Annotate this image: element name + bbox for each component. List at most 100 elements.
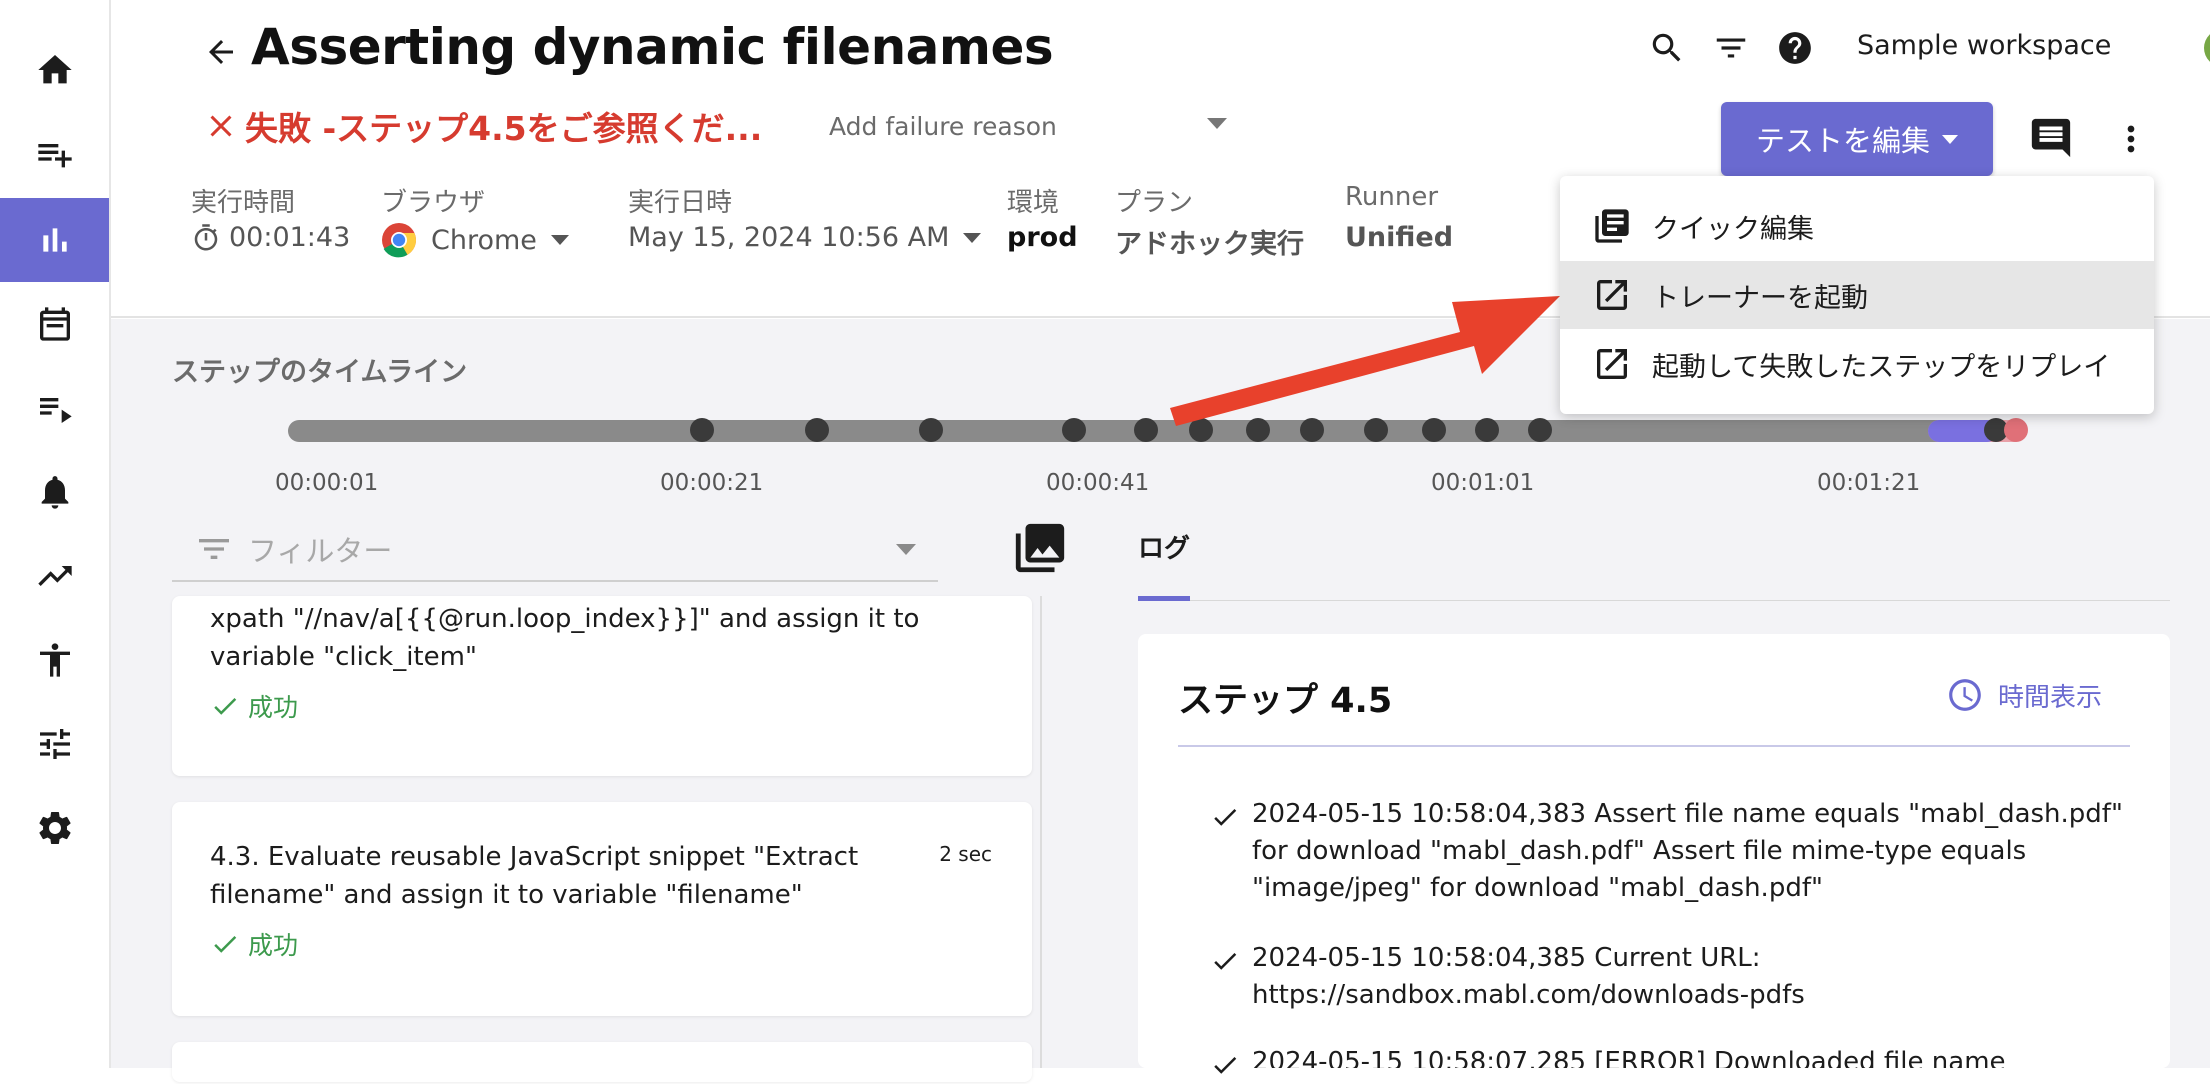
more-vert-icon (2127, 125, 2135, 153)
panel-divider[interactable] (1040, 596, 1042, 1068)
nav-create-test[interactable] (0, 112, 109, 196)
step-description: xpath "//nav/a[{{@run.loop_index}}]" and… (210, 604, 920, 672)
workspace-selector[interactable]: Sample workspace (1857, 30, 2111, 61)
photo-library-icon (1015, 523, 1065, 573)
chrome-icon (382, 223, 416, 258)
page-title: Asserting dynamic filenames (251, 18, 1054, 76)
step-filter[interactable]: フィルター (172, 518, 938, 582)
accessibility-icon (39, 643, 70, 677)
failure-reason-select[interactable]: Add failure reason (829, 112, 1057, 141)
more-options-button[interactable] (2111, 112, 2151, 166)
step-card[interactable]: xpath "//nav/a[{{@run.loop_index}}]" and… (172, 596, 1032, 776)
annotation-arrow (1170, 296, 1560, 426)
browser-label: ブラウザ (381, 188, 486, 218)
time-display-label: 時間表示 (1998, 682, 2103, 713)
log-entry: 2024-05-15 10:58:04,385 Current URL: htt… (1252, 943, 1805, 1010)
step-status: 成功 (210, 926, 298, 962)
tune-icon (39, 729, 70, 759)
tab-log-indicator (1138, 596, 1190, 601)
browser-text: Chrome (431, 224, 537, 256)
chevron-down-icon (1942, 134, 1958, 144)
failure-status-text: 失敗 -ステップ4.5をご参照くだ... (245, 109, 763, 148)
gear-icon (38, 812, 71, 844)
nav-home[interactable] (0, 28, 109, 112)
nav-results[interactable] (0, 198, 109, 282)
runner-label: Runner (1345, 182, 1439, 212)
help-icon (1779, 32, 1811, 64)
timeline-title: ステップのタイムライン (172, 357, 468, 388)
nav-configuration[interactable] (0, 702, 109, 786)
menu-item-launch-replay[interactable]: 起動して失敗したステップをリプレイ (1560, 330, 2154, 398)
avatar[interactable]: M (2204, 29, 2210, 67)
timeline-step-marker[interactable] (1062, 418, 1086, 442)
search-icon (1652, 33, 1681, 62)
close-icon (210, 115, 232, 137)
duration-label: 実行時間 (191, 188, 296, 218)
runner-value: Unified (1345, 222, 1454, 253)
help-button[interactable] (1771, 24, 1819, 72)
clock-icon (1949, 679, 1981, 711)
check-icon (214, 935, 237, 953)
timeline-failed-marker[interactable] (2004, 418, 2028, 442)
back-button[interactable] (197, 28, 245, 76)
playlist-add-icon (37, 144, 72, 168)
log-entry: 2024-05-15 10:58:04,383 Assert file name… (1252, 799, 2123, 903)
nav-runs[interactable] (0, 366, 109, 450)
home-icon (37, 55, 72, 84)
check-icon (214, 697, 237, 715)
duration-text: 00:01:43 (229, 222, 351, 253)
bell-icon (41, 476, 68, 509)
log-divider (1178, 745, 2130, 747)
menu-item-label: トレーナーを起動 (1652, 282, 1868, 314)
timeline-tick-label: 00:01:01 (1431, 470, 1535, 496)
plan-value[interactable]: アドホック実行 (1115, 222, 1304, 261)
plan-label: プラン (1115, 188, 1194, 218)
comment-icon (2031, 118, 2071, 158)
step-description: 4.3. Evaluate reusable JavaScript snippe… (210, 842, 859, 910)
log-entry: 2024-05-15 10:58:07,285 [ERROR] Download… (1252, 1047, 2006, 1068)
log-entry-check (1210, 946, 1240, 976)
step-card[interactable] (172, 1042, 1032, 1082)
search-button[interactable] (1643, 24, 1691, 72)
step-status-text: 成功 (248, 931, 299, 960)
comments-button[interactable] (2025, 112, 2077, 164)
run-date-caret-icon (963, 232, 982, 243)
filter-caret-icon (896, 544, 916, 555)
timeline-step-marker[interactable] (805, 418, 829, 442)
log-entry-check (1210, 802, 1240, 832)
filter-button[interactable] (1707, 24, 1755, 72)
left-nav (0, 0, 111, 1068)
menu-item-label: クイック編集 (1652, 213, 1814, 245)
menu-item-quick-edit[interactable]: クイック編集 (1560, 192, 2154, 260)
failure-status: 失敗 -ステップ4.5をご参照くだ... (203, 102, 762, 150)
browser-selector[interactable]: Chrome (381, 222, 569, 258)
edit-test-button[interactable]: テストを編集 (1721, 102, 1993, 176)
run-date-selector[interactable]: May 15, 2024 10:56 AM (628, 222, 982, 253)
failure-reason-caret-icon[interactable] (1207, 118, 1227, 129)
timeline-step-marker[interactable] (919, 418, 943, 442)
step-card[interactable]: 4.3. Evaluate reusable JavaScript snippe… (172, 802, 1032, 1016)
step-status: 成功 (210, 688, 298, 724)
nav-settings[interactable] (0, 786, 109, 870)
nav-plans[interactable] (0, 282, 109, 366)
time-display-toggle[interactable]: 時間表示 (1946, 676, 2102, 714)
nav-accessibility[interactable] (0, 618, 109, 702)
timeline-step-marker[interactable] (690, 418, 714, 442)
tab-log[interactable]: ログ (1138, 528, 1190, 565)
check-icon (1214, 952, 1237, 970)
trending-up-icon (37, 566, 72, 586)
log-step-title: ステップ 4.5 (1178, 681, 1393, 721)
tabs-divider (1138, 600, 2170, 601)
env-value: prod (1007, 222, 1078, 253)
tab-screenshots[interactable] (1010, 518, 1070, 578)
log-entry-check (1210, 1050, 1240, 1080)
nav-insights[interactable] (0, 534, 109, 618)
step-duration: 2 sec (939, 842, 992, 866)
menu-item-launch-trainer[interactable]: トレーナーを起動 (1560, 261, 2154, 329)
open-in-new-icon (1597, 349, 1627, 379)
library-books-icon (1595, 209, 1629, 243)
bar-chart-icon (42, 228, 67, 252)
timeline-tick-label: 00:00:01 (275, 470, 379, 496)
timeline-step-marker[interactable] (1134, 418, 1158, 442)
nav-notifications[interactable] (0, 450, 109, 534)
